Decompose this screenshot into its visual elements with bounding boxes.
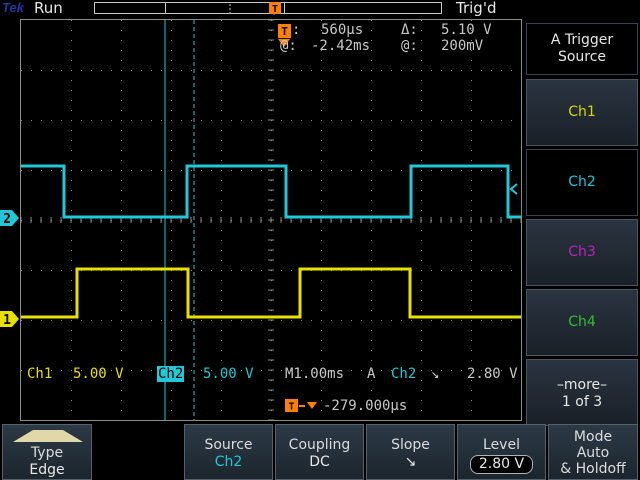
trigger-level-marker[interactable]	[508, 182, 522, 196]
svg-text:2: 2	[3, 212, 11, 227]
type-button[interactable]: Type Edge	[2, 424, 92, 480]
position-icon: T	[285, 399, 317, 413]
brand-logo: Tek	[2, 0, 24, 15]
side-ch4-button[interactable]: Ch4	[526, 289, 638, 356]
at-value-2: 200mV	[441, 38, 484, 54]
side-menu-title: A Trigger Source	[526, 23, 638, 75]
mode-label: Mode	[573, 429, 613, 445]
trigger-state: Trig'd	[456, 0, 497, 17]
level-value: 2.80 V	[469, 455, 534, 474]
svg-text:1: 1	[3, 313, 11, 328]
side-ch3-button[interactable]: Ch3	[526, 219, 638, 286]
delta-label: Δ:	[401, 22, 418, 38]
side-menu: A Trigger Source Ch1 Ch2 Ch3 Ch4 –more– …	[526, 19, 640, 426]
selected-tab-icon	[13, 430, 83, 442]
at-label-1: @:	[280, 38, 297, 54]
ch2-scale: 5.00 V	[203, 366, 254, 382]
level-label: Level	[483, 437, 520, 453]
side-ch1-button[interactable]: Ch1	[526, 79, 638, 146]
coupling-button[interactable]: Coupling DC	[275, 424, 364, 480]
ch2-waveform	[21, 164, 521, 219]
side-ch2-button[interactable]: Ch2	[526, 149, 638, 216]
slope-button[interactable]: Slope ↘	[366, 424, 455, 480]
ch2-label: Ch2	[157, 366, 185, 382]
side-more-label: –more–	[556, 377, 608, 393]
source-label: Source	[204, 437, 253, 453]
side-ch3-label: Ch3	[568, 244, 596, 260]
slope-label: Slope	[391, 437, 430, 453]
grid-lines	[21, 20, 521, 420]
side-more-button[interactable]: –more– 1 of 3	[526, 359, 638, 426]
source-button[interactable]: Source Ch2	[184, 424, 273, 480]
horizontal-scale: M1.00ms	[285, 366, 345, 382]
trigger-position-icon: T	[269, 2, 281, 15]
trigger-slope-icon: ↘	[431, 366, 440, 382]
svg-text:T: T	[281, 25, 288, 38]
side-ch4-label: Ch4	[568, 314, 596, 330]
waveform-display	[21, 20, 521, 420]
graticule[interactable]: T : 560µs @: -2.42ms Δ: 5.10 V @: 200mV …	[20, 19, 522, 421]
cursor-time-value: 560µs	[321, 22, 364, 38]
acquisition-state: Run	[34, 0, 63, 17]
type-label: Type	[30, 445, 64, 461]
at-label-2: @:	[401, 38, 418, 54]
mode-holdoff-button[interactable]: Mode Auto & Holdoff	[548, 424, 638, 480]
cursor-time-icon: T	[278, 24, 291, 38]
ch1-scale: 5.00 V	[73, 366, 124, 382]
type-value: Edge	[29, 462, 65, 478]
level-button[interactable]: Level 2.80 V	[457, 424, 546, 480]
mode-value: Auto	[576, 445, 610, 461]
slope-falling-icon: ↘	[404, 454, 417, 470]
ch2-ground-marker[interactable]: 2	[0, 209, 20, 227]
at-value-1: -2.42ms	[311, 38, 371, 54]
trigger-source: Ch2	[391, 366, 417, 382]
holdoff-label: & Holdoff	[560, 461, 626, 477]
side-more-page: 1 of 3	[561, 394, 603, 410]
bottom-menu: Type Edge Source Ch2 Coupling DC Slope ↘…	[0, 424, 640, 480]
trigger-level: 2.80 V	[467, 366, 518, 382]
coupling-value: DC	[309, 454, 330, 470]
side-title-line2: Source	[557, 49, 607, 65]
status-bar: Tek Run T Trig'd	[0, 0, 640, 18]
delta-value: 5.10 V	[441, 22, 492, 38]
cursor-time-sep: :	[292, 22, 301, 38]
side-title-line1: A Trigger	[550, 32, 614, 48]
trigger-mode: A	[367, 366, 376, 382]
ch1-ground-marker[interactable]: 1	[0, 310, 20, 328]
svg-text:T: T	[272, 4, 278, 15]
horizontal-position: -279.000µs	[323, 398, 408, 414]
side-ch2-label: Ch2	[568, 174, 596, 190]
ch1-label: Ch1	[27, 366, 53, 382]
svg-text:T: T	[288, 402, 294, 413]
source-value: Ch2	[214, 454, 243, 470]
coupling-label: Coupling	[288, 437, 351, 453]
side-ch1-label: Ch1	[568, 104, 596, 120]
